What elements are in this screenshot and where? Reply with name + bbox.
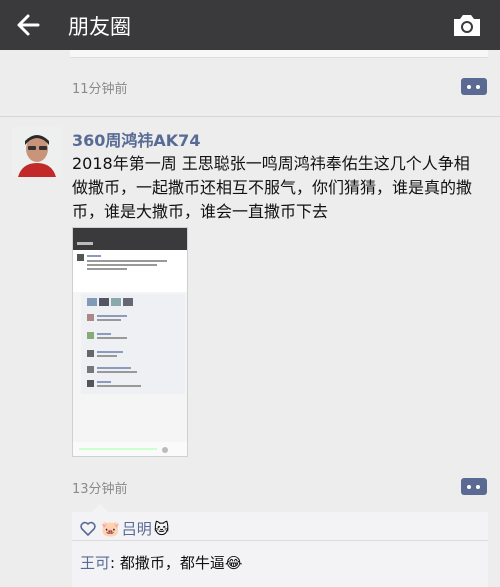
pig-emoji-icon: 🐷 <box>101 519 120 538</box>
comment-user[interactable]: 王可 <box>80 554 110 572</box>
post-text: 2018年第一周 王思聪张一鸣周鸿祎奉佑生这几个人争相做撒币，一起撒币还相互不服… <box>72 154 473 221</box>
dot-icon <box>476 85 480 89</box>
previous-post-image-edge <box>70 50 488 58</box>
avatar[interactable] <box>12 127 62 177</box>
dot-icon <box>467 485 471 489</box>
dot-icon <box>467 85 471 89</box>
post-author[interactable]: 360周鸿祎AK74 <box>72 127 200 151</box>
more-actions-button[interactable] <box>461 78 487 95</box>
like-user[interactable]: 吕明 <box>122 518 152 539</box>
likes-comments-box: 🐷 吕明 🐱 王可: 都撒币，都牛逼😂 <box>72 504 488 587</box>
post-time: 13分钟前 <box>72 482 128 497</box>
post-divider <box>0 116 500 117</box>
laughing-emoji-icon: 😂 <box>224 554 243 572</box>
person-avatar-icon <box>12 127 62 177</box>
cat-emoji-icon: 🐱 <box>153 519 170 538</box>
camera-icon[interactable] <box>452 12 482 38</box>
top-bar: 朋友圈 <box>0 0 500 50</box>
comment-row[interactable]: 王可: 都撒币，都牛逼😂 <box>80 552 242 573</box>
post-image[interactable] <box>72 227 188 457</box>
caret <box>92 504 108 512</box>
likes-separator <box>72 540 488 541</box>
arrow-left-icon[interactable] <box>14 10 44 40</box>
dot-icon <box>476 485 480 489</box>
likes-row: 🐷 吕明 🐱 <box>80 518 169 539</box>
more-actions-button[interactable] <box>461 478 487 495</box>
comment-text: 都撒币，都牛逼 <box>119 554 225 572</box>
prev-post-time: 11分钟前 <box>72 82 128 97</box>
page-title: 朋友圈 <box>68 15 131 39</box>
comment-separator: : <box>110 554 120 572</box>
heart-icon <box>80 521 96 536</box>
screenshot-thumbnail <box>73 228 187 456</box>
